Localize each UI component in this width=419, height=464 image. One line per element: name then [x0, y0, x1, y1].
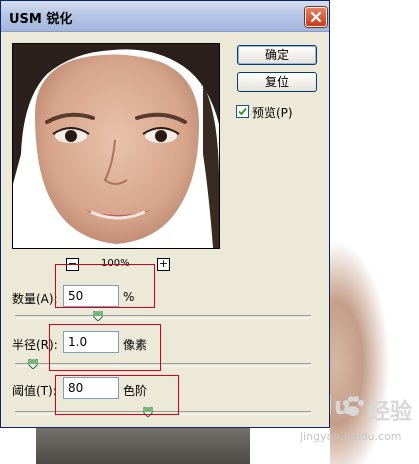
amount-label: 数量(A): — [12, 292, 58, 306]
reset-button[interactable]: 复位 — [237, 72, 317, 92]
title-bar[interactable]: USM 锐化 — [1, 1, 329, 32]
paw-icon — [343, 396, 364, 416]
unsharp-mask-dialog: USM 锐化 确定 复位 预览(P) − 100% + 数量(A): 50 % … — [0, 0, 330, 428]
face-preview-graphic — [13, 44, 219, 248]
dialog-title: USM 锐化 — [9, 12, 73, 27]
preview-checkbox-label: 预览(P) — [252, 106, 293, 120]
close-button[interactable] — [305, 7, 327, 27]
ok-button[interactable]: 确定 — [237, 45, 317, 65]
watermark-url: jingyan.baidu.com — [300, 430, 402, 443]
amount-slider-thumb[interactable] — [93, 311, 103, 321]
background-photo-strip — [36, 422, 250, 464]
threshold-highlight — [55, 375, 179, 415]
checkmark-icon — [238, 107, 247, 116]
amount-slider[interactable] — [15, 315, 311, 319]
close-icon — [310, 11, 322, 23]
radius-highlight — [49, 324, 161, 371]
zoom-in-button[interactable]: + — [157, 258, 170, 271]
radius-slider-thumb[interactable] — [28, 359, 38, 369]
preview-checkbox[interactable] — [236, 105, 249, 118]
amount-highlight — [55, 264, 155, 308]
preview-image[interactable] — [12, 43, 220, 249]
watermark-logo-cn: 经验 — [368, 400, 413, 425]
threshold-label: 阈值(T): — [12, 384, 57, 398]
